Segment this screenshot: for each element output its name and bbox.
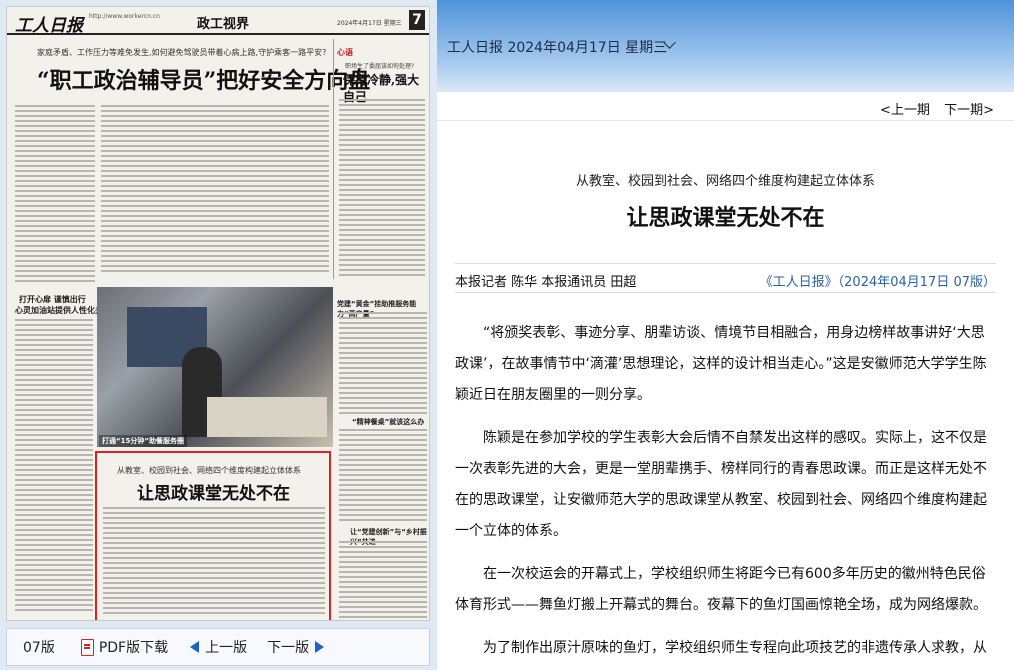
paper-kicker: 家庭矛盾、工作压力等难免发生,如何避免驾驶员带着心病上路,守护乘客一路平安? xyxy=(37,48,327,57)
header-bar: 工人日报 2024年04月17日 星期三 xyxy=(437,0,1014,92)
issue-pager: <上一期 下一期> xyxy=(870,99,994,118)
paper-text-lines xyxy=(339,429,427,524)
paper-text-lines xyxy=(15,105,95,285)
article-body: “将颁奖表彰、事迹分享、朋辈访谈、情境节目相融合，用身边榜样故事讲好‘大思政课’… xyxy=(455,318,996,670)
pdf-icon[interactable] xyxy=(80,639,94,656)
article-kicker: 从教室、校园到社会、网络四个维度构建起立体体系 xyxy=(575,174,875,189)
paper-text-lines xyxy=(101,105,329,275)
issue-date-title[interactable]: 工人日报 2024年04月17日 星期三 xyxy=(447,37,667,57)
paper-photo[interactable] xyxy=(97,287,333,447)
paper-header: 工人日报 http://www.workercn.cn 政工视界 2024年4月… xyxy=(7,7,429,36)
paper-text-lines xyxy=(15,319,93,614)
article-author: 本报记者 陈华 本报通讯员 田超 xyxy=(455,275,637,290)
paper-photo-caption: 打通“15分钟”助餐服务圈 xyxy=(99,435,187,447)
paper-main-headline[interactable]: “职工政治辅导员”把好安全方向盘 xyxy=(37,63,370,95)
article-paragraph: 陈颖是在参加学校的学生表彰大会后情不自禁发出这样的感叹。实际上，这不仅是一次表彰… xyxy=(455,430,987,539)
prev-page-icon[interactable] xyxy=(190,641,200,653)
article-paragraph: “将颁奖表彰、事迹分享、朋辈访谈、情境节目相融合，用身边榜样故事讲好‘大思政课’… xyxy=(455,325,987,403)
article-paragraph: 为了制作出原汁原味的鱼灯，学校组织师生专程向此项技艺的非遗传承人求教，从 xyxy=(483,640,987,656)
paper-article-title: 让思政课堂无处不在 xyxy=(137,484,290,504)
prev-page-link[interactable]: 上一版 xyxy=(205,637,247,657)
edition-label[interactable]: 07版 xyxy=(23,637,55,657)
paper-article-kicker: 从教室、校园到社会、网络四个维度构建起立体体系 xyxy=(117,466,301,475)
paper-masthead-url: http://www.workercn.cn xyxy=(89,13,160,20)
paper-current-article-highlight[interactable]: 从教室、校园到社会、网络四个维度构建起立体体系 让思政课堂无处不在 xyxy=(95,451,331,620)
paper-section-title: 政工视界 xyxy=(197,17,250,32)
article-paragraph: 在一次校运会的开幕式上，学校组织师生将距今已有600多年历史的徽州特色民俗体育形… xyxy=(455,566,987,613)
paper-heart-label: 心语 xyxy=(337,48,353,57)
next-page-icon[interactable] xyxy=(315,641,325,653)
next-issue-link[interactable]: 下一期> xyxy=(944,103,994,118)
newspaper-panel: 工人日报 http://www.workercn.cn 政工视界 2024年4月… xyxy=(0,0,437,670)
app-root: 工人日报 http://www.workercn.cn 政工视界 2024年4月… xyxy=(0,0,1014,670)
article-meta: 本报记者 陈华 本报通讯员 田超 《工人日报》（2024年04月17日 07版） xyxy=(455,263,996,293)
next-page-link[interactable]: 下一版 xyxy=(267,637,309,657)
paper-page-number: 7 xyxy=(409,10,425,30)
article-source-link[interactable]: 《工人日报》（2024年04月17日 07版） xyxy=(760,271,996,290)
paper-left-subhead: 打开心扉 谨慎出行 xyxy=(19,295,86,304)
divider xyxy=(437,120,1014,121)
prev-issue-link[interactable]: <上一期 xyxy=(880,103,930,118)
paper-right-subtitle: 职场生了委屈该如何处理? xyxy=(345,63,415,70)
paper-text-lines xyxy=(103,507,325,617)
paper-text-lines xyxy=(339,99,425,279)
pdf-download-link[interactable]: PDF版下载 xyxy=(99,637,168,657)
page-nav-bar: 07版 PDF版下载 上一版 下一版 xyxy=(6,628,430,666)
paper-mid-headline-2: “精神餐桌”就该这么办 xyxy=(352,418,425,426)
paper-date: 2024年4月17日 星期三 xyxy=(337,20,402,27)
paper-text-lines xyxy=(339,312,427,417)
article-headline: 让思政课堂无处不在 xyxy=(626,206,825,231)
paper-masthead: 工人日报 xyxy=(15,16,83,36)
article-panel: 工人日报 2024年04月17日 星期三 <上一期 下一期> 从教室、校园到社会… xyxy=(437,0,1014,670)
newspaper-page-image[interactable]: 工人日报 http://www.workercn.cn 政工视界 2024年4月… xyxy=(6,6,430,621)
paper-text-lines xyxy=(339,541,427,620)
